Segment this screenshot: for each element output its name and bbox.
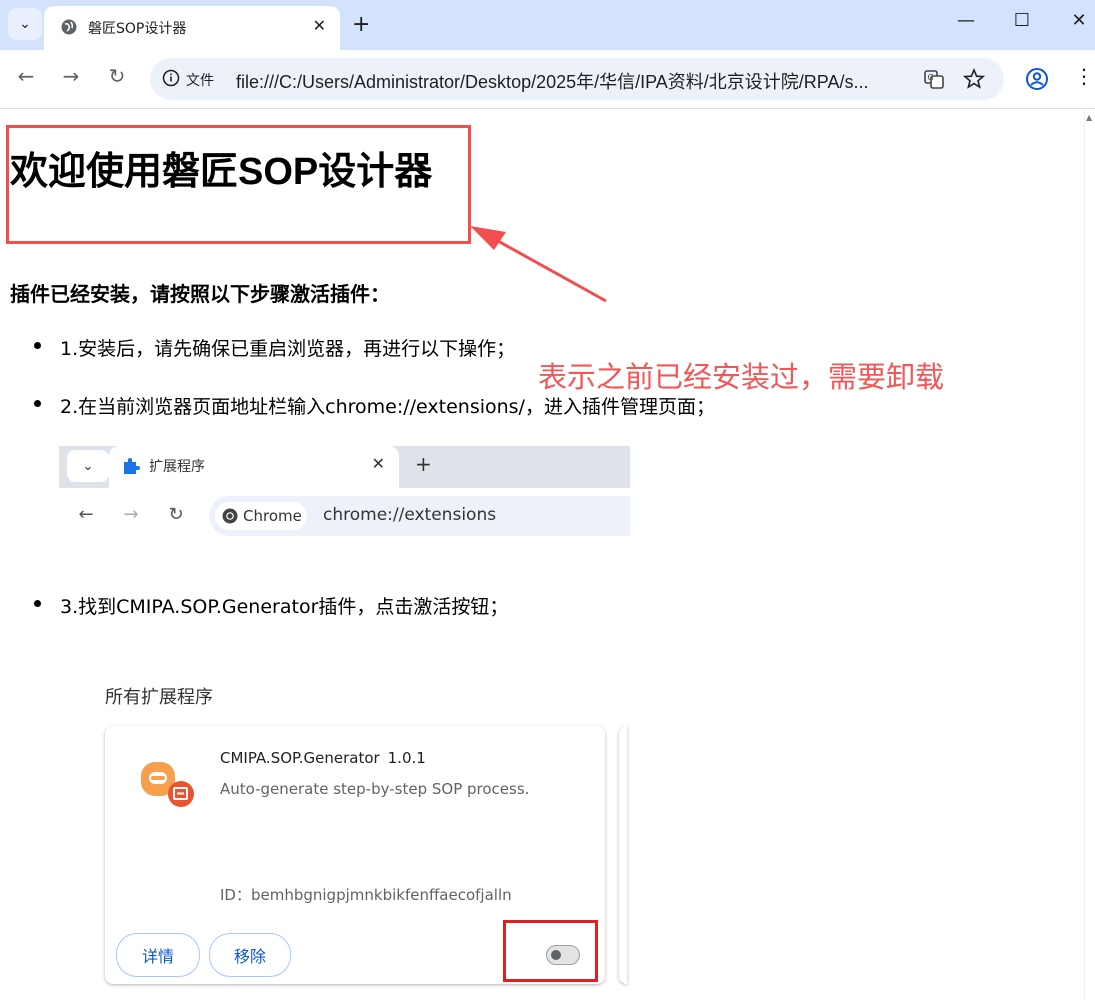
- tab-title: 磐匠SOP设计器: [88, 21, 187, 37]
- bullet: [34, 400, 41, 407]
- toggle-highlight-box: [503, 920, 598, 982]
- site-chip-label[interactable]: 文件: [186, 70, 214, 90]
- example-address-bar: Chrome chrome://extensions: [209, 496, 630, 536]
- example-chip-label: Chrome: [243, 507, 302, 525]
- forward-arrow-icon[interactable]: →: [57, 64, 85, 88]
- instruction-heading: 插件已经安装，请按照以下步骤激活插件：: [10, 282, 390, 306]
- example-tab-strip: ⌄ 扩展程序 ✕ +: [59, 446, 630, 488]
- bullet: [34, 600, 41, 607]
- chrome-logo-icon: [222, 508, 238, 524]
- step-item: 2.在当前浏览器页面地址栏输入chrome://extensions/，进入插件…: [34, 392, 715, 419]
- extension-logo-icon: [141, 762, 194, 807]
- translate-icon[interactable]: G: [923, 68, 945, 90]
- chevron-down-icon: ⌄: [19, 16, 31, 32]
- remove-button[interactable]: 移除: [209, 933, 291, 977]
- extension-name-row: CMIPA.SOP.Generator 1.0.1: [220, 749, 426, 767]
- back-arrow-icon: ←: [78, 504, 94, 525]
- next-extension-card-edge: [619, 726, 627, 984]
- close-icon: ✕: [371, 454, 385, 473]
- step-text: 2.在当前浏览器页面地址栏输入chrome://extensions/，进入插件…: [60, 396, 715, 418]
- extension-description: Auto-generate step-by-step SOP process.: [220, 780, 530, 798]
- scrollbar[interactable]: ▲: [1084, 109, 1095, 1000]
- extension-id: ID：bemhbgnigpjmnkbikfenffaecofjalln: [220, 886, 512, 904]
- details-button[interactable]: 详情: [116, 933, 200, 977]
- bullet: [34, 342, 41, 349]
- chevron-down-icon: ⌄: [82, 458, 94, 474]
- step-text: 1.安装后，请先确保已重启浏览器，再进行以下操作；: [60, 338, 516, 360]
- forward-arrow-icon: →: [123, 504, 139, 525]
- address-bar[interactable]: 文件 file:///C:/Users/Administrator/Deskto…: [150, 58, 1004, 100]
- tab-close-icon[interactable]: ✕: [313, 16, 326, 35]
- plus-icon: +: [415, 452, 432, 476]
- star-icon[interactable]: [963, 68, 985, 90]
- browser-toolbar: ← → ↻ 文件 file:///C:/Users/Administrator/…: [0, 50, 1095, 109]
- all-extensions-label: 所有扩展程序: [105, 687, 213, 708]
- window-close-icon[interactable]: ✕: [1064, 10, 1094, 31]
- maximize-icon[interactable]: ☐: [1007, 10, 1037, 31]
- extension-version: 1.0.1: [387, 749, 426, 767]
- puzzle-icon: [124, 458, 140, 474]
- example-browser-screenshot: ⌄ 扩展程序 ✕ + ← → ↻ Chrome chrome://extensi…: [59, 446, 630, 540]
- step-text: 3.找到CMIPA.SOP.Generator插件，点击激活按钮；: [60, 596, 509, 618]
- example-tab-menu: ⌄: [67, 450, 109, 482]
- step-item: 3.找到CMIPA.SOP.Generator插件，点击激活按钮；: [34, 592, 509, 619]
- title-highlight-box: [6, 125, 471, 244]
- tab-active[interactable]: 磐匠SOP设计器 ✕: [44, 6, 340, 50]
- example-site-chip: Chrome: [215, 502, 307, 530]
- reload-icon: ↻: [168, 504, 184, 525]
- info-icon[interactable]: [162, 69, 180, 87]
- svg-text:G: G: [928, 73, 934, 82]
- step-item: 1.安装后，请先确保已重启浏览器，再进行以下操作；: [34, 334, 516, 361]
- example-tab-title: 扩展程序: [149, 459, 205, 475]
- new-tab-icon[interactable]: +: [352, 12, 370, 37]
- reload-icon[interactable]: ↻: [103, 64, 131, 88]
- minimize-icon[interactable]: —: [951, 10, 981, 31]
- profile-icon[interactable]: [1025, 67, 1049, 91]
- globe-icon: [61, 19, 77, 35]
- annotation-text: 表示之前已经安装过，需要卸载: [538, 360, 945, 394]
- url-text[interactable]: file:///C:/Users/Administrator/Desktop/2…: [236, 68, 869, 94]
- example-tab: 扩展程序 ✕: [109, 446, 399, 488]
- tab-strip: ⌄ 磐匠SOP设计器 ✕ + — ☐ ✕: [0, 0, 1095, 50]
- back-arrow-icon[interactable]: ←: [12, 64, 40, 88]
- tab-search-button[interactable]: ⌄: [8, 8, 42, 40]
- example-url-text: chrome://extensions: [323, 505, 497, 525]
- annotation-arrow: [470, 226, 607, 303]
- more-menu-icon[interactable]: ⋮: [1074, 64, 1094, 88]
- extension-name: CMIPA.SOP.Generator: [220, 749, 380, 767]
- scroll-up-icon[interactable]: ▲: [1086, 113, 1092, 122]
